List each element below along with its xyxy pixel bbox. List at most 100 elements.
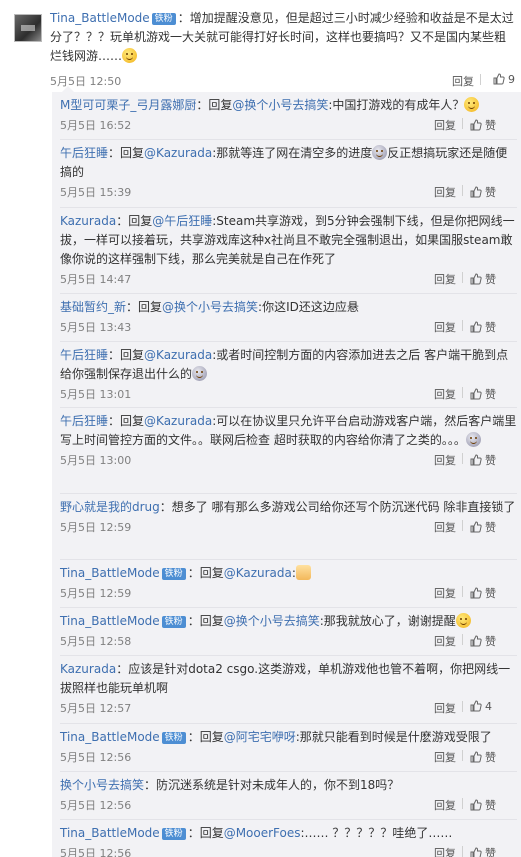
reply-item: 换个小号去搞笑：防沉迷系统是针对未成年人的，你不到18吗？ 5月5日 12:56 回…	[60, 776, 517, 813]
mention-link[interactable]: @Kazurada	[144, 414, 212, 428]
reply-button[interactable]: 回复	[434, 797, 456, 813]
like-label: 赞	[485, 454, 496, 467]
smile-emoji-icon	[455, 613, 471, 628]
reply-text: 午后狂睡：回复@Kazurada:或者时间控制方面的内容添加进去之后 客户端干脆…	[60, 346, 517, 384]
smile-emoji-icon	[464, 97, 480, 112]
avatar[interactable]	[14, 14, 42, 42]
reply-button[interactable]: 回复	[434, 271, 456, 287]
reply-button[interactable]: 回复	[434, 386, 456, 402]
like-button[interactable]: 赞	[470, 452, 496, 468]
like-button[interactable]: 赞	[470, 184, 496, 200]
reply-button[interactable]: 回复	[434, 452, 456, 468]
reply-username[interactable]: 基础暂约_新	[60, 300, 126, 314]
thumbs-up-icon	[470, 273, 482, 285]
reply-body: 防沉迷系统是针对未成年人的，你不到18吗？	[156, 778, 400, 792]
like-label: 赞	[485, 388, 496, 401]
reply-body: :那我就放心了，谢谢提醒	[319, 614, 456, 628]
reply-meta: 5月5日 14:47 回复 赞	[60, 271, 517, 287]
reply-username[interactable]: 换个小号去搞笑	[60, 778, 144, 792]
like-button[interactable]: 赞	[470, 797, 496, 813]
reply-username[interactable]: Kazurada	[60, 662, 116, 676]
reply-prefix: ：回复	[108, 414, 145, 428]
reply-prefix: ：	[159, 500, 172, 514]
reply-divider	[60, 771, 517, 772]
thumbs-up-icon	[470, 388, 482, 400]
reply-meta: 5月5日 12:56 回复 赞	[60, 845, 517, 857]
like-button[interactable]: 赞	[470, 519, 496, 535]
reply-button[interactable]: 回复	[434, 117, 456, 133]
sad-emoji-icon	[372, 145, 388, 160]
reply-meta: 5月5日 12:59 回复 赞	[60, 519, 517, 535]
like-button[interactable]: 赞	[470, 633, 496, 649]
like-button[interactable]: 赞	[470, 117, 496, 133]
reply-divider	[60, 493, 517, 494]
mention-link[interactable]: @Kazurada	[144, 146, 212, 160]
like-button[interactable]: 9	[493, 73, 515, 86]
reply-button[interactable]: 回复	[434, 519, 456, 535]
mention-link[interactable]: @MooerFoes	[224, 826, 301, 840]
main-comment-username[interactable]: Tina_BattleMode	[50, 11, 150, 25]
like-button[interactable]: 赞	[470, 319, 496, 335]
reply-divider	[60, 407, 517, 408]
divider	[462, 701, 463, 712]
reply-button[interactable]: 回复	[434, 633, 456, 649]
reply-meta: 5月5日 15:39 回复 赞	[60, 184, 517, 200]
reply-button[interactable]: 回复	[434, 585, 456, 601]
like-button[interactable]: 赞	[470, 386, 496, 402]
reply-username[interactable]: 午后狂睡	[60, 348, 108, 362]
reply-username[interactable]: Tina_BattleMode	[60, 826, 160, 840]
mention-link[interactable]: @换个小号去搞笑	[162, 300, 258, 314]
thumbs-up-icon	[493, 73, 505, 85]
like-button[interactable]: 赞	[470, 585, 496, 601]
mention-link[interactable]: @午后狂睡	[152, 214, 212, 228]
reply-divider	[60, 723, 517, 724]
main-comment-meta: 5月5日 12:50 回复 9	[50, 73, 520, 89]
like-button[interactable]: 赞	[470, 749, 496, 765]
divider	[462, 387, 463, 398]
hand-emoji-icon	[295, 565, 311, 580]
reply-meta: 5月5日 12:58 回复 赞	[60, 633, 517, 649]
reply-username[interactable]: 野心就是我的drug	[60, 500, 160, 514]
reply-divider	[60, 819, 517, 820]
reply-button[interactable]: 回复	[434, 700, 456, 716]
like-button[interactable]: 赞	[470, 845, 496, 857]
reply-username[interactable]: Kazurada	[60, 214, 116, 228]
thumbs-up-icon	[470, 521, 482, 533]
reply-username[interactable]: 午后狂睡	[60, 146, 108, 160]
mention-link[interactable]: @Kazurada	[144, 348, 212, 362]
reply-prefix: ：	[116, 662, 129, 676]
divider	[462, 185, 463, 196]
divider	[462, 586, 463, 597]
like-button[interactable]: 4	[470, 700, 492, 713]
sad-emoji-icon	[192, 366, 208, 381]
mention-link[interactable]: @换个小号去搞笑	[232, 98, 328, 112]
fan-badge: 铁粉	[161, 828, 186, 840]
reply-username[interactable]: Tina_BattleMode	[60, 730, 160, 744]
timestamp: 5月5日 12:56	[60, 847, 132, 857]
reply-button[interactable]: 回复	[434, 749, 456, 765]
like-button[interactable]: 赞	[470, 271, 496, 287]
reply-body: :那就只能看到时候是什麽游戏受限了	[295, 730, 492, 744]
mention-link[interactable]: @换个小号去搞笑	[224, 614, 320, 628]
reply-username[interactable]: 午后狂睡	[60, 414, 108, 428]
divider	[462, 798, 463, 809]
reply-username[interactable]: Tina_BattleMode	[60, 566, 160, 580]
like-count: 9	[508, 73, 515, 86]
reply-body: :那就等连了网在清空多的进度	[212, 146, 373, 160]
reply-prefix: ：回复	[108, 348, 145, 362]
reply-button[interactable]: 回复	[434, 319, 456, 335]
reply-button[interactable]: 回复	[434, 845, 456, 857]
reply-divider	[60, 341, 517, 342]
mention-link[interactable]: @阿宅宅咿呀	[224, 730, 296, 744]
reply-username[interactable]: M型可可栗子_弓月露娜厨	[60, 98, 196, 112]
reply-prefix: ：回复	[116, 214, 153, 228]
reply-button[interactable]: 回复	[452, 73, 474, 89]
like-label: 赞	[485, 587, 496, 600]
fan-badge: 铁粉	[161, 732, 186, 744]
timestamp: 5月5日 13:01	[60, 388, 132, 401]
reply-username[interactable]: Tina_BattleMode	[60, 614, 160, 628]
mention-link[interactable]: @Kazurada	[224, 566, 292, 580]
reply-text: Kazurada：回复@午后狂睡:Steam共享游戏，到5分钟会强制下线，但是你…	[60, 212, 517, 269]
thumbs-up-icon	[470, 635, 482, 647]
reply-button[interactable]: 回复	[434, 184, 456, 200]
